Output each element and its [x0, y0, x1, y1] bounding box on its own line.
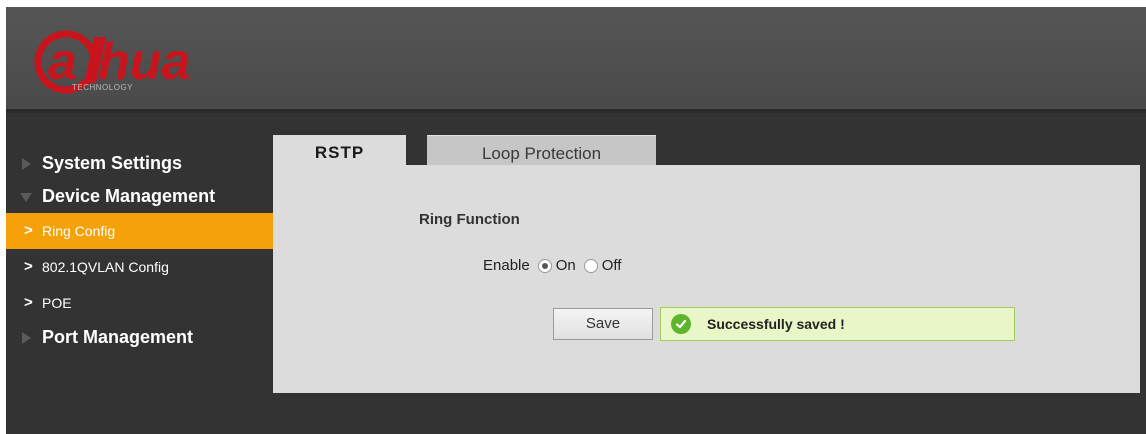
sidebar-group-system-settings[interactable]: System Settings	[6, 147, 278, 180]
radio-on[interactable]	[537, 258, 552, 273]
sidebar-item-label: Ring Config	[42, 223, 116, 239]
sidebar-item-ring-config[interactable]: > Ring Config	[6, 213, 278, 249]
caret-down-icon	[20, 193, 32, 202]
sidebar-group-label: System Settings	[42, 153, 183, 173]
success-toast: Successfully saved !	[660, 307, 1015, 341]
sidebar-group-label: Port Management	[42, 327, 194, 347]
logo-subtitle: TECHNOLOGY	[72, 83, 134, 92]
sidebar-group-label: Device Management	[42, 186, 216, 206]
sidebar-item-poe[interactable]: > POE	[6, 285, 278, 321]
sidebar-nav: System Settings Device Management > Ring…	[6, 147, 278, 354]
sidebar-group-device-management[interactable]: Device Management	[6, 180, 278, 213]
dahua-logo-graphic: a hua	[34, 30, 190, 94]
caret-right-icon	[22, 332, 31, 344]
enable-row: Enable On Off	[483, 257, 621, 274]
header-bar: a hua TECHNOLOGY	[6, 7, 1146, 113]
radio-on-label: On	[555, 257, 576, 274]
chevron-right-icon: >	[24, 258, 33, 275]
chevron-right-icon: >	[24, 222, 33, 239]
dahua-logo: a hua TECHNOLOGY	[26, 25, 246, 95]
caret-right-icon	[22, 158, 31, 170]
sidebar-group-port-management[interactable]: Port Management	[6, 321, 278, 354]
check-circle-icon	[671, 314, 691, 334]
enable-label: Enable	[483, 257, 530, 274]
section-title: Ring Function	[419, 211, 520, 228]
chevron-right-icon: >	[24, 294, 33, 311]
radio-off-label: Off	[601, 257, 622, 274]
sidebar-item-label: POE	[42, 295, 72, 311]
radio-off[interactable]	[583, 258, 598, 273]
save-button[interactable]: Save	[553, 308, 653, 340]
sidebar-item-8021qvlan-config[interactable]: > 802.1QVLAN Config	[6, 249, 278, 285]
content-panel	[273, 165, 1140, 393]
toast-message: Successfully saved !	[707, 316, 845, 332]
sidebar-item-label: 802.1QVLAN Config	[42, 259, 169, 275]
